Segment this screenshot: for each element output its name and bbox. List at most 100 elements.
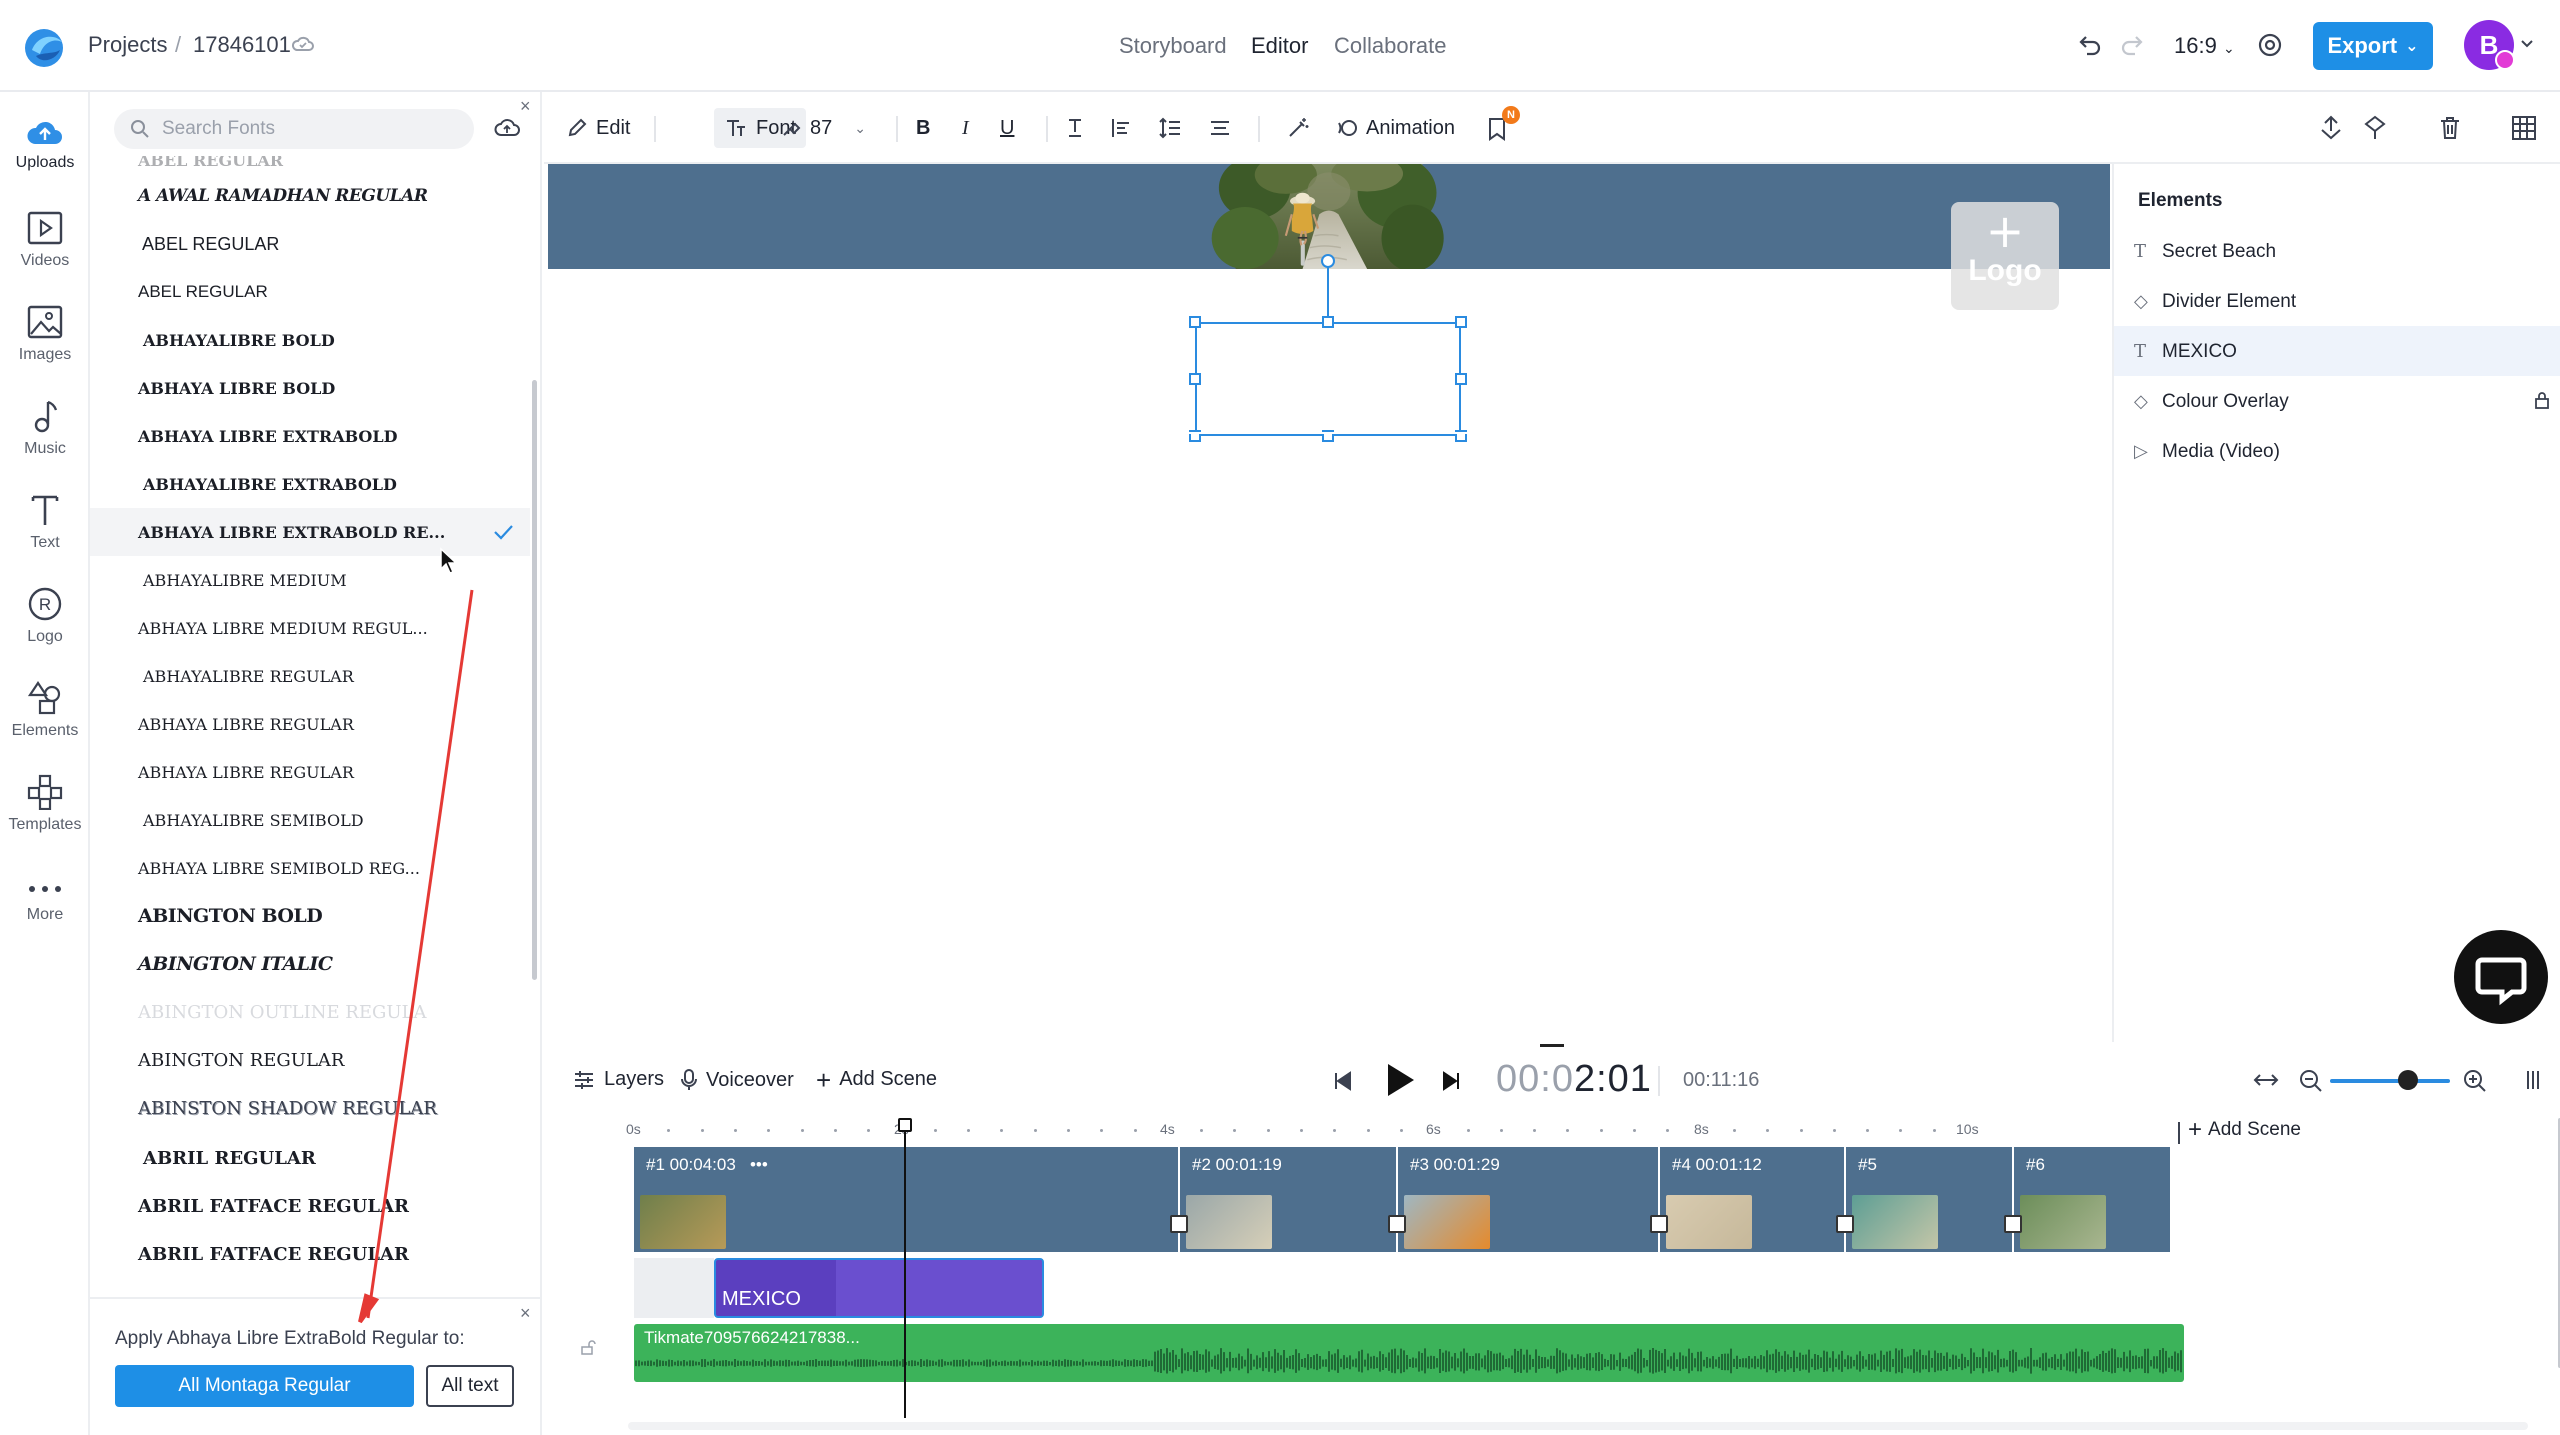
transition-icon[interactable] — [1836, 1215, 1854, 1233]
bold-button[interactable]: B — [916, 112, 930, 144]
font-item[interactable]: ABINGTON REGULAR — [90, 1036, 530, 1084]
rail-music[interactable]: Music — [0, 398, 90, 458]
font-item[interactable]: ABHAYA LIBRE MEDIUM REGUL... — [90, 604, 530, 652]
rail-uploads[interactable]: Uploads — [0, 116, 90, 172]
edit-button[interactable]: Edit — [566, 112, 630, 144]
scene-block-6[interactable]: #6 — [2014, 1147, 2170, 1252]
scene-block-3[interactable]: #3 00:01:29 — [1398, 1147, 1658, 1252]
font-item[interactable]: ABHAYA LIBRE REGULAR — [90, 748, 530, 796]
timeline-add-scene-button[interactable]: + Add Scene — [2188, 1118, 2301, 1142]
chevron-down-icon[interactable] — [2518, 34, 2536, 52]
scene-block-5[interactable]: #5 — [1846, 1147, 2012, 1252]
lock-icon[interactable] — [2534, 390, 2550, 410]
scene-block-1[interactable]: #1 00:04:03 ••• — [634, 1147, 1178, 1252]
font-item[interactable]: ABRIL REGULAR — [90, 1134, 530, 1182]
timeline-settings-icon[interactable] — [2524, 1068, 2542, 1092]
support-chat-button[interactable] — [2454, 930, 2548, 1024]
scene-block-2[interactable]: #2 00:01:19 — [1180, 1147, 1396, 1252]
search-fonts-input[interactable] — [162, 109, 462, 149]
play-icon[interactable] — [1382, 1060, 1418, 1100]
fit-width-icon[interactable] — [2252, 1068, 2280, 1092]
underline-button[interactable]: U — [1000, 112, 1014, 144]
aspect-ratio-select[interactable]: 16:9 ⌄ — [2174, 33, 2235, 59]
scene-block-4[interactable]: #4 00:01:12 — [1660, 1147, 1844, 1252]
close-icon[interactable]: × — [520, 96, 531, 117]
font-item[interactable]: ABHAYA LIBRE SEMIBOLD REG... — [90, 844, 530, 892]
skip-back-icon[interactable] — [1332, 1070, 1354, 1092]
transition-icon[interactable] — [1650, 1215, 1668, 1233]
font-item[interactable]: A AWAL RAMADHAN REGULAR — [90, 172, 530, 220]
voiceover-button[interactable]: Voiceover — [680, 1068, 794, 1092]
zoom-in-icon[interactable] — [2462, 1068, 2488, 1094]
rail-videos[interactable]: Videos — [0, 210, 90, 270]
resize-handle-nw[interactable] — [1189, 316, 1201, 328]
apply-all-montaga-button[interactable]: All Montaga Regular — [115, 1365, 414, 1407]
rail-elements[interactable]: Elements — [0, 680, 90, 740]
playhead-handle[interactable] — [898, 1118, 912, 1132]
font-item[interactable]: ABRIL FATFACE REGULAR — [90, 1182, 530, 1230]
font-item[interactable]: ABEL REGULAR — [90, 268, 530, 316]
timeline-horizontal-scrollbar[interactable] — [628, 1422, 2528, 1430]
font-item[interactable]: ABHAYA LIBRE EXTRABOLD — [90, 412, 530, 460]
redo-icon[interactable] — [2118, 30, 2148, 60]
breadcrumb-project-id[interactable]: 17846101 — [193, 32, 291, 58]
element-item-secret-beach[interactable]: T Secret Beach — [2114, 226, 2560, 276]
font-item[interactable]: ABHAYALIBRE REGULAR — [90, 652, 530, 700]
settings-gear-icon[interactable] — [2255, 30, 2285, 60]
font-item[interactable]: ABHAYALIBRE SEMIBOLD — [90, 796, 530, 844]
font-item[interactable]: ABHAYA LIBRE REGULAR — [90, 700, 530, 748]
apply-all-text-button[interactable]: All text — [426, 1365, 514, 1407]
unlock-icon[interactable] — [580, 1340, 596, 1356]
rail-more[interactable]: More — [0, 878, 90, 924]
layers-button[interactable]: Layers — [572, 1068, 664, 1091]
italic-button[interactable]: I — [962, 112, 969, 144]
export-button[interactable]: Export ⌄ — [2313, 22, 2433, 70]
canvas-subtitle-text[interactable]: Secret beach — [1193, 454, 1463, 498]
zoom-out-icon[interactable] — [2298, 1068, 2324, 1094]
breadcrumb-projects[interactable]: Projects — [88, 32, 167, 58]
video-canvas[interactable]: + Logo MEXICO Secret beach — [548, 164, 2110, 1042]
transition-icon[interactable] — [2004, 1215, 2022, 1233]
rail-images[interactable]: Images — [0, 304, 90, 364]
zoom-slider-thumb[interactable] — [2398, 1070, 2418, 1090]
audio-track[interactable]: Tikmate709576624217838... — [634, 1324, 2184, 1382]
bring-forward-icon[interactable] — [2318, 114, 2344, 142]
font-list-scrollbar[interactable] — [532, 380, 537, 980]
tab-collaborate[interactable]: Collaborate — [1334, 33, 1447, 59]
transition-icon[interactable] — [1170, 1215, 1188, 1233]
tab-editor[interactable]: Editor — [1251, 33, 1308, 59]
upload-font-icon[interactable] — [494, 117, 520, 139]
undo-icon[interactable] — [2074, 30, 2104, 60]
font-item[interactable]: ABHAYALIBRE BOLD — [90, 316, 530, 364]
font-item[interactable]: ABINSTON SHADOW REGULAR — [90, 1084, 530, 1132]
element-item-media-video[interactable]: ▷ Media (Video) — [2114, 426, 2560, 476]
divider-element[interactable] — [1170, 432, 1490, 434]
tab-storyboard[interactable]: Storyboard — [1119, 33, 1227, 59]
resize-handle-e[interactable] — [1455, 373, 1467, 385]
element-item-divider[interactable]: ◇ Divider Element — [2114, 276, 2560, 326]
rail-logo[interactable]: R Logo — [0, 586, 90, 646]
line-height-icon[interactable] — [1158, 116, 1182, 140]
resize-handle-n[interactable] — [1322, 316, 1334, 328]
font-item[interactable]: ABEL REGULAR — [90, 220, 530, 268]
resize-handle-w[interactable] — [1189, 373, 1201, 385]
resize-handle-ne[interactable] — [1455, 316, 1467, 328]
align-left-icon[interactable] — [1110, 116, 1132, 140]
text-track-mexico[interactable]: MEXICO — [714, 1258, 1044, 1318]
font-item[interactable]: ABHAYALIBRE MEDIUM — [90, 556, 530, 604]
app-logo-icon[interactable] — [22, 24, 68, 70]
text-align-center-icon[interactable] — [1208, 116, 1232, 140]
add-scene-button[interactable]: + Add Scene — [816, 1067, 937, 1093]
magic-wand-icon[interactable] — [1286, 116, 1310, 140]
font-item[interactable]: ABRIL FATFACE REGULAR — [90, 1230, 530, 1278]
close-icon[interactable]: × — [520, 1303, 531, 1324]
element-item-mexico[interactable]: T MEXICO — [2114, 326, 2560, 376]
grid-icon[interactable] — [2510, 114, 2538, 142]
element-item-colour-overlay[interactable]: ◇ Colour Overlay — [2114, 376, 2560, 426]
selection-box[interactable] — [1195, 322, 1461, 436]
font-size-select[interactable]: 87 ⌄ — [780, 112, 866, 144]
skip-forward-icon[interactable] — [1440, 1070, 1462, 1092]
zoom-slider-track[interactable] — [2330, 1079, 2450, 1083]
text-case-icon[interactable] — [1064, 116, 1086, 140]
font-item[interactable]: ABHAYALIBRE EXTRABOLD — [90, 460, 530, 508]
